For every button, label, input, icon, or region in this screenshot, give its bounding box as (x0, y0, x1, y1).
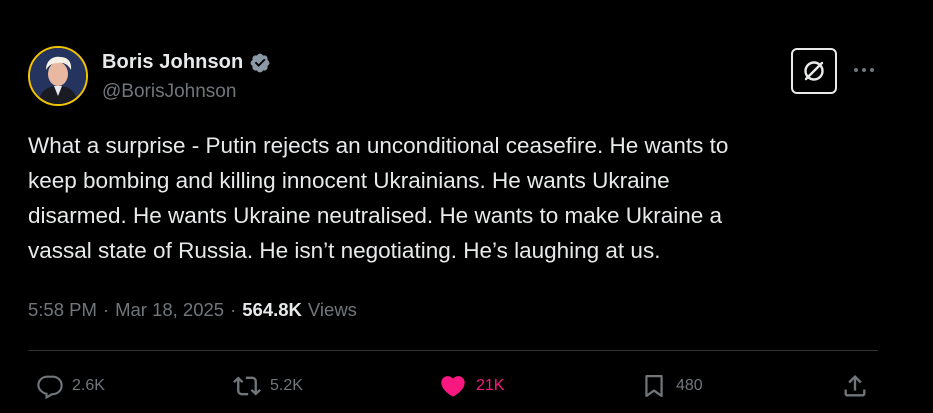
tweet-text: What a surprise - Putin rejects an uncon… (28, 133, 729, 263)
tweet-card: Boris Johnson @BorisJohnson What a surpr… (0, 0, 933, 413)
bookmark-count: 480 (676, 377, 703, 394)
grok-button[interactable] (791, 48, 837, 94)
heart-filled-icon (441, 376, 465, 397)
more-options-button[interactable] (851, 60, 877, 80)
repost-icon (233, 376, 261, 396)
repost-count: 5.2K (270, 377, 303, 394)
verified-badge-icon[interactable] (249, 52, 271, 74)
tweet-time[interactable]: 5:58 PM (28, 299, 97, 321)
bookmark-icon (645, 374, 663, 398)
author-handle[interactable]: @BorisJohnson (102, 81, 236, 103)
views-count[interactable]: 564.8K (242, 299, 302, 321)
like-button[interactable]: 21K (438, 366, 504, 406)
author-name-row: Boris Johnson (102, 51, 271, 74)
author-display-name[interactable]: Boris Johnson (102, 51, 243, 74)
more-dots-icon (854, 68, 874, 72)
bookmark-button[interactable]: 480 (640, 366, 703, 406)
share-button[interactable] (841, 366, 869, 406)
avatar-portrait-icon (30, 48, 86, 104)
meta-separator: · (230, 299, 237, 320)
tweet-meta: 5:58 PM · Mar 18, 2025 · 564.8K Views (28, 299, 357, 321)
share-icon (844, 375, 866, 397)
reply-icon (37, 375, 63, 400)
tweet-date[interactable]: Mar 18, 2025 (115, 299, 224, 321)
avatar[interactable] (28, 46, 88, 106)
action-bar: 2.6K 5.2K 21K 480 (0, 366, 933, 406)
like-count: 21K (476, 377, 505, 394)
repost-button[interactable]: 5.2K (232, 366, 303, 406)
grok-icon (804, 61, 824, 81)
meta-separator: · (102, 299, 110, 320)
divider (28, 350, 878, 351)
reply-button[interactable]: 2.6K (36, 366, 105, 406)
reply-count: 2.6K (72, 377, 105, 394)
views-label: Views (307, 299, 357, 320)
